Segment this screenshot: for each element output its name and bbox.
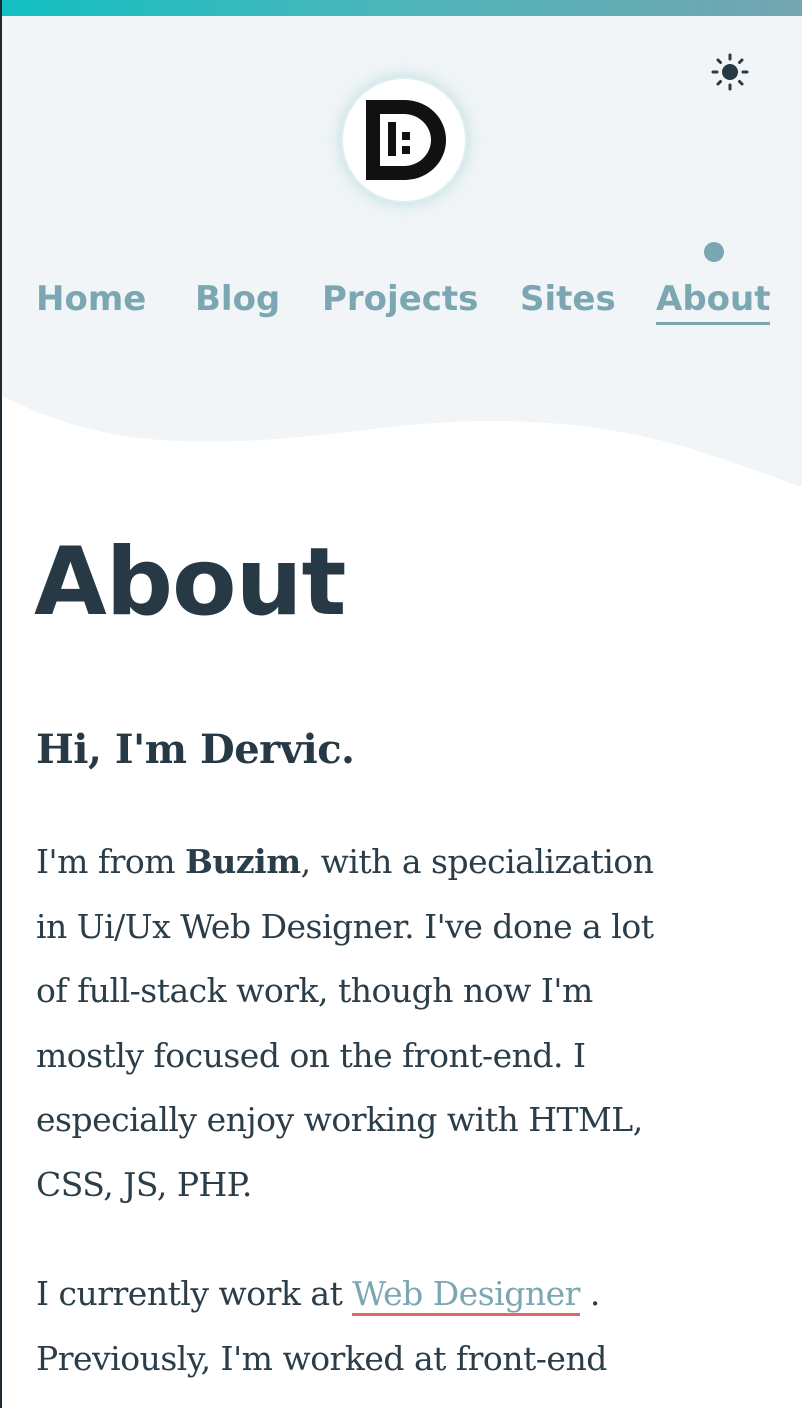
hometown: Buzim — [185, 842, 301, 881]
intro-line6: CSS, JS, PHP. — [36, 1164, 252, 1204]
page-title: About — [34, 528, 346, 637]
nav-blog[interactable]: Blog — [195, 276, 280, 322]
intro-prefix: I'm from — [36, 842, 186, 881]
theme-toggle-button[interactable] — [708, 52, 752, 92]
active-nav-indicator — [704, 242, 724, 262]
nav-projects[interactable]: Projects — [322, 276, 478, 322]
intro-line3: of full-stack work, though now I'm — [36, 971, 593, 1010]
intro-paragraph: I'm from Buzim, with a specialization in … — [36, 830, 776, 1217]
nav-sites[interactable]: Sites — [520, 276, 616, 322]
intro-line1-rest: , with a specialization — [300, 842, 654, 881]
dp-monogram-logo — [366, 100, 446, 180]
employer-link[interactable]: Web Designer — [352, 1274, 580, 1316]
work-line2: Previously, I'm worked at front-end — [36, 1338, 607, 1378]
top-accent-bar — [2, 0, 802, 16]
main-nav: Home Blog Projects Sites About — [2, 276, 802, 336]
header-wave — [2, 396, 802, 506]
intro-line2: in Ui/Ux Web Designer. I've done a lot — [36, 906, 654, 946]
site-logo-link[interactable] — [343, 79, 465, 201]
nav-home[interactable]: Home — [36, 276, 146, 322]
intro-line5: especially enjoy working with HTML, — [36, 1100, 643, 1139]
intro-line4: mostly focused on the front-end. I — [36, 1035, 586, 1075]
sun-icon — [711, 53, 749, 91]
greeting-heading: Hi, I'm Dervic. — [36, 726, 355, 773]
nav-about[interactable]: About — [656, 276, 771, 325]
work-suffix: . — [579, 1274, 600, 1313]
work-paragraph: I currently work at Web Designer . Previo… — [36, 1262, 776, 1391]
work-prefix: I currently work at — [36, 1274, 353, 1313]
